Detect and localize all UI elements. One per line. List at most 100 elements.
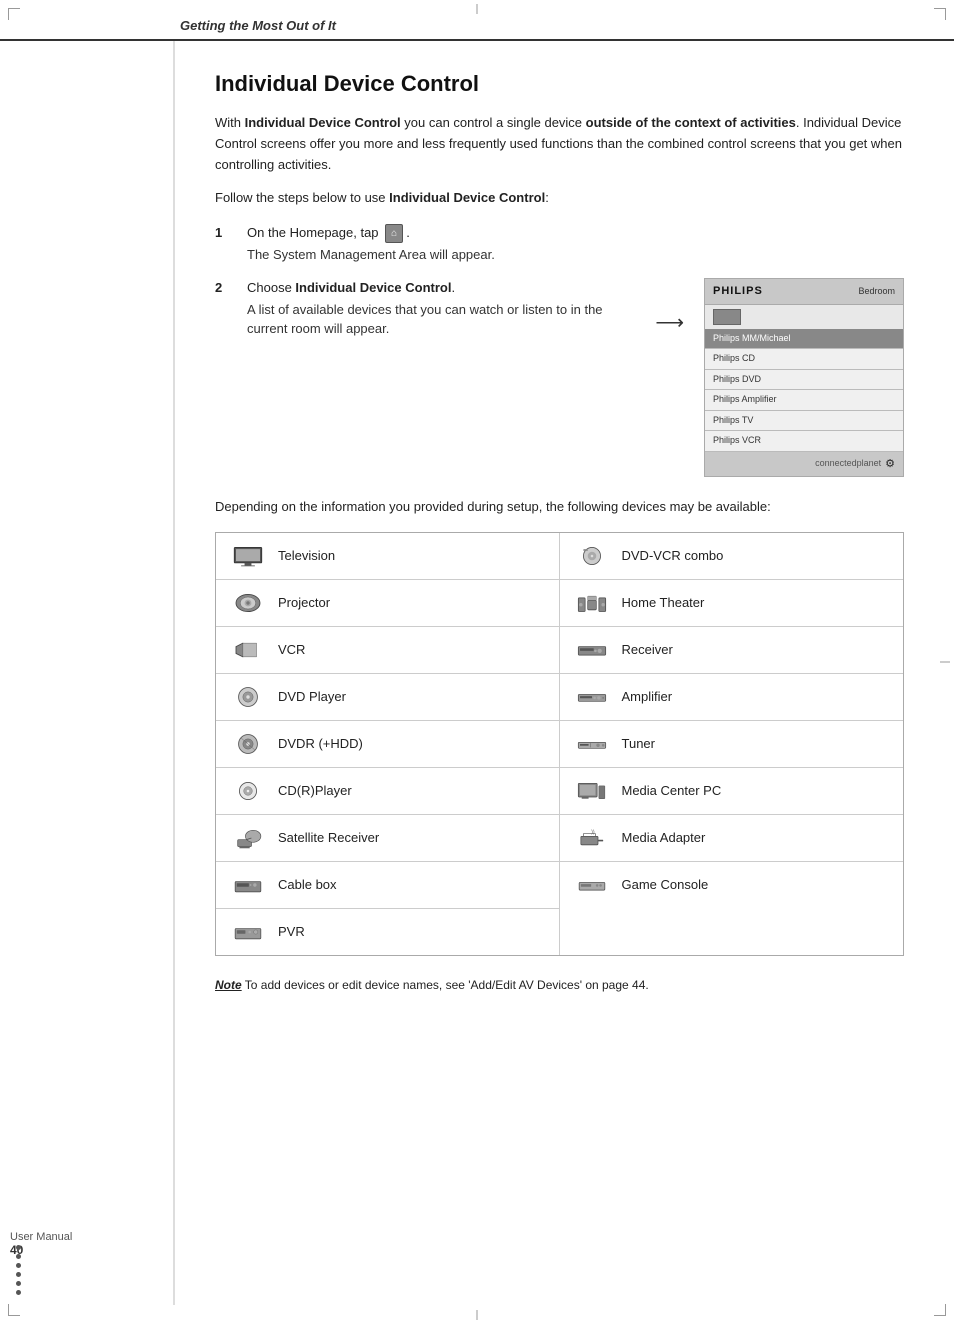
step-2-content: Choose Individual Device Control. A list… [247,278,904,477]
device-label-satellite: Satellite Receiver [278,830,379,845]
main-content: Individual Device Control With Individua… [175,41,954,1305]
tick-bottom [477,1310,478,1320]
device-row-amplifier: Amplifier [560,674,904,721]
step-2-main-text: Choose Individual Device Control. [247,278,635,298]
left-column: Television Projector [216,533,560,955]
device-icon-dvd [230,683,266,711]
device-grid: Television Projector [215,532,904,956]
tick-top [477,4,478,14]
device-label-pvr: PVR [278,924,305,939]
device-icon-mediapc [574,777,610,805]
intro-paragraph-1: With Individual Device Control you can c… [215,113,904,175]
device-row-vcr: VCR [216,627,559,674]
bold-idc-3: Individual Device Control [295,280,451,295]
device-icon-cablebox [230,871,266,899]
philips-footer: connectedplanet ⚙ [705,452,903,477]
note-bold: Note [215,978,242,992]
step-1: 1 On the Homepage, tap ⌂. The System Man… [215,223,904,265]
device-row-dvd: DVD Player [216,674,559,721]
device-row-tv: Television [216,533,559,580]
step-1-number: 1 [215,223,235,265]
philips-screenshot: PHILIPS Bedroom Philips MM/Michael Phili… [704,278,904,477]
device-icon-tv [230,542,266,570]
device-icon-pvr [230,918,266,946]
device-row-satellite: Satellite Receiver [216,815,559,862]
device-label-hometheater: Home Theater [622,595,705,610]
bold-outside: outside of the context of activities [586,115,796,130]
dot-6 [16,1290,21,1295]
note-text: To add devices or edit device names, see… [242,978,649,992]
device-row-dvdr: DVDR (+HDD) [216,721,559,768]
device-icon-tuner [574,730,610,758]
note-section: Note To add devices or edit device names… [215,976,904,994]
device-icon-vcr [230,636,266,664]
device-label-tuner: Tuner [622,736,655,751]
cp-logo: connectedplanet [815,457,881,471]
philips-room: Bedroom [858,285,895,299]
device-row-cablebox: Cable box [216,862,559,909]
sidebar: User Manual 40 [0,41,175,1305]
device-icon-dvdr [230,730,266,758]
svg-text:)): )) [591,830,595,836]
device-label-gameconsole: Game Console [622,877,709,892]
philips-list-item-4: Philips TV [705,411,903,432]
philips-list-item-2: Philips DVD [705,370,903,391]
device-label-projector: Projector [278,595,330,610]
arrow-icon: ⟶ [651,308,688,338]
page-number: 40 [10,1243,163,1257]
step-2-subtext: A list of available devices that you can… [247,300,635,339]
step-1-text: On the Homepage, tap ⌂. [247,223,904,243]
corner-tl [8,8,20,20]
step-2-number: 2 [215,278,235,477]
device-icon-hometheater [574,589,610,617]
device-icon-receiver [574,636,610,664]
philips-list-item-5: Philips VCR [705,431,903,452]
corner-tr [934,8,946,20]
philips-top-button [713,309,741,325]
device-row-mediapc: Media Center PC [560,768,904,815]
device-label-mediapc: Media Center PC [622,783,722,798]
step-2-row: Choose Individual Device Control. A list… [247,278,904,477]
right-column: DVD-VCR combo [560,533,904,955]
step-2: 2 Choose Individual Device Control. A li… [215,278,904,477]
device-label-vcr: VCR [278,642,305,657]
device-label-dvdr: DVDR (+HDD) [278,736,363,751]
dot-2 [16,1254,21,1259]
tick-right [940,662,950,663]
gear-icon: ⚙ [885,456,895,473]
device-icon-amplifier [574,683,610,711]
device-label-tv: Television [278,548,335,563]
depending-text: Depending on the information you provide… [215,497,904,518]
philips-logo: PHILIPS [713,283,763,300]
dot-5 [16,1281,21,1286]
sidebar-bottom: User Manual 40 [0,1223,173,1265]
step-2-text: Choose Individual Device Control. A list… [247,278,635,339]
philips-list-item-1: Philips CD [705,349,903,370]
device-label-amplifier: Amplifier [622,689,673,704]
device-row-tuner: Tuner [560,721,904,768]
dot-4 [16,1272,21,1277]
device-icon-dvdvcr [574,542,610,570]
step-1-subtext: The System Management Area will appear. [247,245,904,265]
device-label-dvd: DVD Player [278,689,346,704]
device-icon-satellite [230,824,266,852]
page-wrapper: Getting the Most Out of It User Manual 4… [0,0,954,1324]
device-label-cd: CD(R)Player [278,783,352,798]
device-icon-cd [230,777,266,805]
bold-idc-1: Individual Device Control [245,115,401,130]
steps-container: 1 On the Homepage, tap ⌂. The System Man… [215,223,904,478]
device-icon-projector [230,589,266,617]
philips-header: PHILIPS Bedroom [705,279,903,305]
device-label-mediaadapter: Media Adapter [622,830,706,845]
corner-bl [8,1304,20,1316]
page-label: User Manual [10,1231,163,1243]
corner-br [934,1304,946,1316]
home-button-icon: ⌂ [385,224,403,243]
device-label-receiver: Receiver [622,642,673,657]
device-icon-mediaadapter: )) [574,824,610,852]
philips-list-item-0: Philips MM/Michael [705,329,903,350]
device-row-pvr: PVR [216,909,559,955]
device-row-receiver: Receiver [560,627,904,674]
header-title: Getting the Most Out of It [180,18,336,33]
section-title: Individual Device Control [215,71,904,97]
